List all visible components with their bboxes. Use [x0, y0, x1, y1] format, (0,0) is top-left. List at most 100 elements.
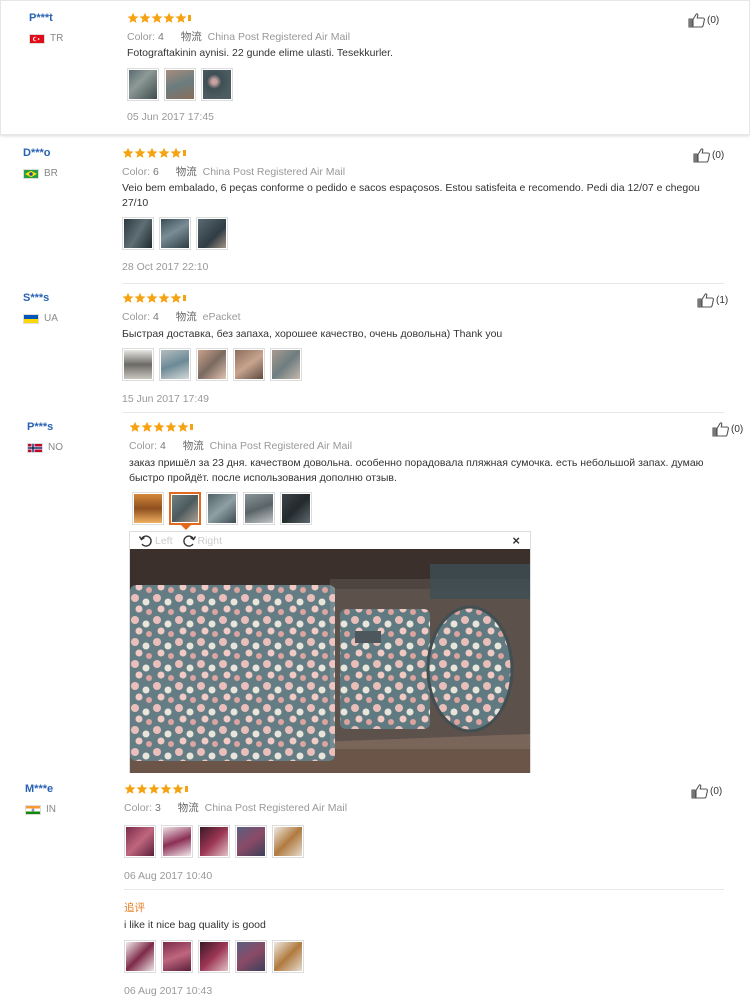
- review-photo-thumb[interactable]: [196, 348, 228, 381]
- review-photo-thumb[interactable]: [201, 68, 233, 101]
- star-icon: [146, 147, 158, 159]
- color-value: 3: [154, 802, 161, 814]
- review-username[interactable]: S***s: [23, 292, 49, 304]
- star-icon: [122, 147, 134, 159]
- review-photo-thumb[interactable]: [198, 940, 230, 973]
- review-photo-thumb[interactable]: [272, 940, 304, 973]
- star-tail: [185, 786, 188, 792]
- helpful-button[interactable]: (0): [712, 421, 743, 437]
- review-username[interactable]: D***o: [23, 147, 51, 159]
- thumbs-up-icon: [688, 12, 706, 28]
- country-code: IN: [46, 804, 56, 815]
- star-icon: [127, 12, 139, 24]
- review-photo-thumb[interactable]: [132, 492, 164, 525]
- helpful-count: (0): [710, 785, 723, 797]
- star-icon: [172, 783, 184, 795]
- review-photo-thumb[interactable]: [243, 492, 275, 525]
- color-value: 4: [157, 31, 164, 43]
- review-photo-thumb-selected[interactable]: [169, 492, 201, 525]
- review-date: 05 Jun 2017 17:45: [127, 111, 214, 123]
- review-photo-thumb[interactable]: [161, 940, 193, 973]
- star-tail: [183, 295, 186, 301]
- review-photo-thumb[interactable]: [272, 825, 304, 858]
- review-date: 15 Jun 2017 17:49: [122, 393, 209, 405]
- star-icon: [177, 421, 189, 433]
- review-country: NO: [27, 442, 63, 453]
- helpful-button[interactable]: (0): [693, 147, 724, 163]
- star-tail: [188, 15, 191, 21]
- followup-date: 06 Aug 2017 10:43: [124, 985, 213, 997]
- thumbs-up-icon: [693, 147, 711, 163]
- review-username[interactable]: P***s: [27, 421, 53, 433]
- review-photo-thumb[interactable]: [164, 68, 196, 101]
- review-photo-thumb[interactable]: [233, 348, 265, 381]
- review-photo-thumb[interactable]: [270, 348, 302, 381]
- review-country: UA: [23, 313, 58, 324]
- rating-stars: [122, 292, 186, 304]
- review-username[interactable]: M***e: [25, 783, 53, 795]
- star-icon: [158, 292, 170, 304]
- thumbs-up-icon: [697, 292, 715, 308]
- divider: [124, 889, 724, 890]
- thumbs-up-icon: [691, 783, 709, 799]
- review-photo-thumb[interactable]: [159, 348, 191, 381]
- review-photo-thumb[interactable]: [159, 217, 191, 250]
- helpful-button[interactable]: (0): [691, 783, 722, 799]
- close-icon[interactable]: ×: [512, 533, 520, 548]
- star-icon: [134, 292, 146, 304]
- review-photos: [124, 825, 304, 858]
- review-photo-thumb[interactable]: [127, 68, 159, 101]
- helpful-count: (0): [707, 14, 720, 26]
- star-icon: [170, 147, 182, 159]
- review-date: 28 Oct 2017 22:10: [122, 261, 209, 273]
- review-photo-thumb[interactable]: [235, 825, 267, 858]
- review-photo-thumb[interactable]: [198, 825, 230, 858]
- helpful-button[interactable]: (0): [688, 12, 719, 28]
- review-photo-thumb[interactable]: [124, 940, 156, 973]
- review-meta: Color: 4 物流 China Post Registered Air Ma…: [129, 438, 352, 453]
- review-meta: Color: 6 物流 China Post Registered Air Ma…: [122, 164, 345, 179]
- rotate-left-icon: [138, 533, 154, 549]
- rotate-right-label: Right: [197, 534, 223, 547]
- rotate-left-button[interactable]: Left: [138, 533, 173, 549]
- star-icon: [160, 783, 172, 795]
- star-icon: [139, 12, 151, 24]
- review-photos: [127, 68, 233, 101]
- review-photo-thumb[interactable]: [161, 825, 193, 858]
- shipping-label: 物流: [177, 802, 199, 814]
- shipping-label: 物流: [175, 311, 197, 323]
- rating-stars: [122, 147, 186, 159]
- color-label: Color:: [122, 311, 151, 323]
- shipping-method: China Post Registered Air Mail: [204, 802, 348, 814]
- review-photos: [122, 348, 302, 381]
- highlighted-review-card: [0, 0, 750, 135]
- shipping-method: China Post Registered Air Mail: [207, 31, 351, 43]
- followup-text: i like it nice bag quality is good: [124, 919, 266, 931]
- country-code: TR: [50, 33, 64, 44]
- flag-br-icon: [23, 168, 39, 179]
- review-text: Fotograftakinin aynisi. 22 gunde elime u…: [127, 47, 393, 59]
- shipping-label: 物流: [182, 440, 204, 452]
- review-country: IN: [25, 804, 56, 815]
- star-icon: [122, 292, 134, 304]
- photo-viewer: Left Right ×: [129, 531, 531, 773]
- review-photo-thumb[interactable]: [196, 217, 228, 250]
- rotate-right-button[interactable]: Right: [181, 533, 223, 549]
- star-icon: [124, 783, 136, 795]
- review-country: BR: [23, 168, 58, 179]
- flag-in-icon: [25, 804, 41, 815]
- shipping-method: China Post Registered Air Mail: [209, 440, 353, 452]
- review-username[interactable]: P***t: [29, 12, 53, 24]
- review-photo-large: [130, 549, 530, 773]
- review-photo-thumb[interactable]: [122, 217, 154, 250]
- rating-stars: [127, 12, 191, 24]
- followup-photos: [124, 940, 304, 973]
- review-photo-thumb[interactable]: [124, 825, 156, 858]
- helpful-button[interactable]: (1): [697, 292, 728, 308]
- country-code: NO: [48, 442, 63, 453]
- review-photo-thumb[interactable]: [122, 348, 154, 381]
- review-photo-thumb[interactable]: [280, 492, 312, 525]
- review-photo-thumb[interactable]: [235, 940, 267, 973]
- star-icon: [158, 147, 170, 159]
- review-photo-thumb[interactable]: [206, 492, 238, 525]
